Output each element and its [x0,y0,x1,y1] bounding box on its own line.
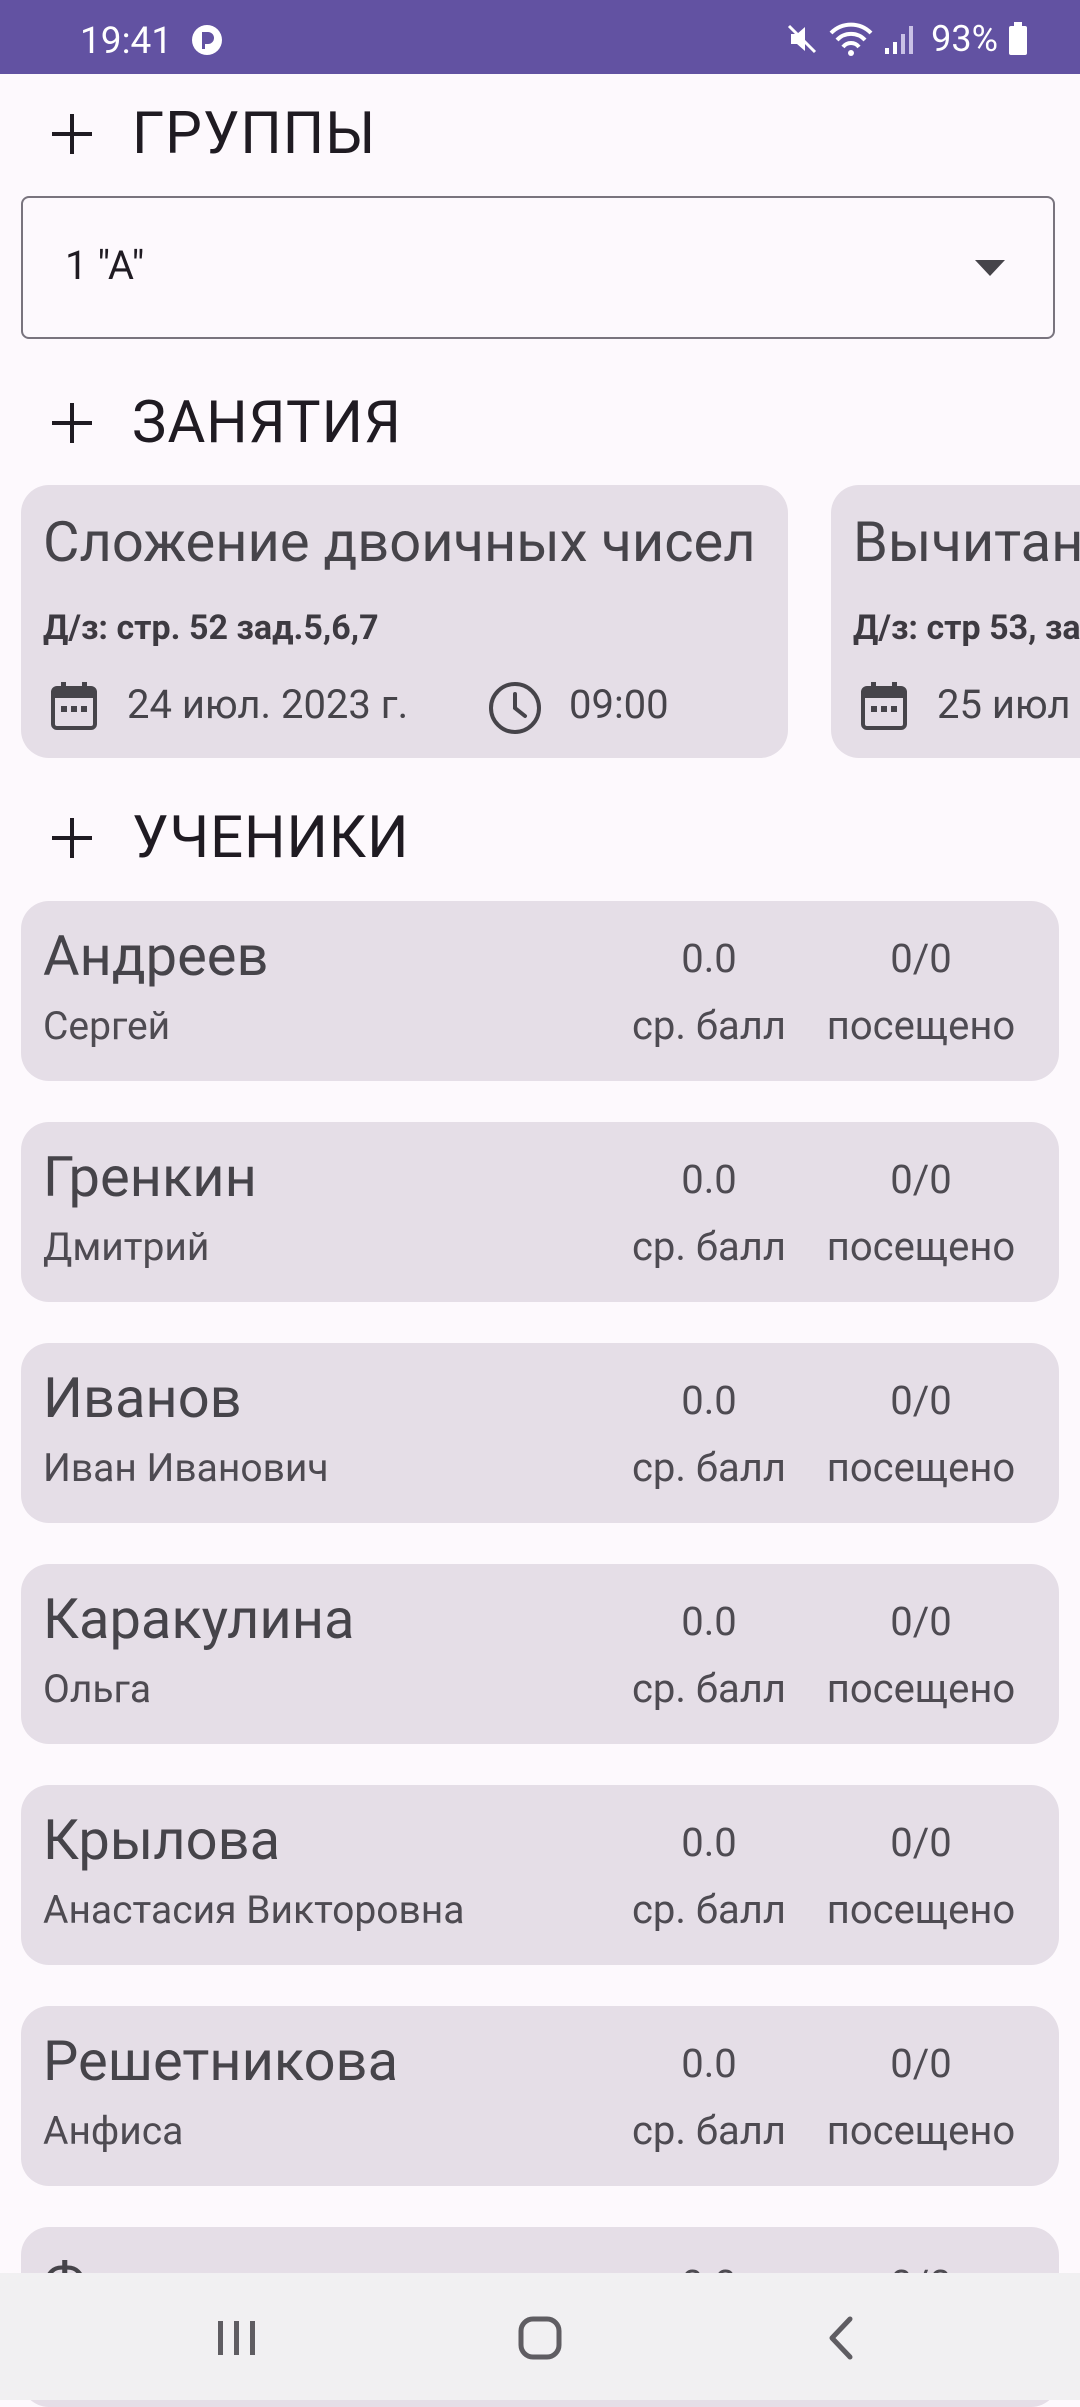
calendar-icon [861,682,907,730]
student-first-name: Иван Иванович [43,1445,329,1491]
lesson-card[interactable]: Сложение двоичных чисел Д/з: стр. 52 зад… [21,485,788,758]
student-average: 0.0 ср. балл [619,935,799,1049]
navigation-bar [0,2273,1080,2400]
student-attendance: 0/0 посещено [819,1598,1023,1712]
lesson-date: 24 июл. 2023 г. [127,681,409,728]
signal-icon [885,26,914,54]
average-value: 0.0 [681,2040,737,2087]
student-last-name: Каракулина [43,1586,355,1652]
group-select-value: 1 "А" [65,242,145,289]
student-last-name: Андреев [43,923,269,989]
battery-percent: 93% [931,18,998,60]
lesson-homework: Д/з: стр. 52 зад.5,6,7 [43,608,379,648]
attendance-label: посещено [826,2107,1016,2154]
average-label: ср. балл [631,1223,786,1270]
attendance-value: 0/0 [890,1156,952,1203]
student-first-name: Дмитрий [43,1224,210,1270]
attendance-label: посещено [826,1223,1016,1270]
status-time: 19:41 [80,20,173,63]
student-last-name: Крылова [43,1807,281,1873]
attendance-label: посещено [826,1886,1016,1933]
student-card[interactable]: Иванов Иван Иванович 0.0 ср. балл 0/0 по… [21,1343,1059,1523]
students-title: УЧЕНИКИ [132,804,410,872]
add-student-icon[interactable] [50,816,94,860]
lesson-homework: Д/з: стр 53, за [853,608,1080,648]
student-last-name: Решетникова [43,2028,399,2094]
lesson-card[interactable]: Вычитан Д/з: стр 53, за 25 июл [831,485,1080,758]
attendance-label: посещено [826,1002,1016,1049]
student-attendance: 0/0 посещено [819,935,1023,1049]
student-first-name: Сергей [43,1003,171,1049]
back-icon[interactable] [808,2303,878,2373]
lessons-title: ЗАНЯТИЯ [132,389,402,457]
lessons-header[interactable]: ЗАНЯТИЯ [50,383,402,463]
recent-apps-icon[interactable] [202,2303,272,2373]
average-label: ср. балл [631,1444,786,1491]
student-card[interactable]: Андреев Сергей 0.0 ср. балл 0/0 посещено [21,901,1059,1081]
app-notification-icon [192,25,222,55]
add-group-icon[interactable] [50,112,94,156]
student-last-name: Иванов [43,1365,242,1431]
average-label: ср. балл [631,1002,786,1049]
attendance-value: 0/0 [890,935,952,982]
wifi-icon [829,22,873,56]
lesson-title: Сложение двоичных чисел [43,509,756,575]
clock-icon [489,682,541,734]
student-average: 0.0 ср. балл [619,1156,799,1270]
mute-icon [788,24,817,54]
dropdown-arrow-icon [975,260,1005,276]
add-lesson-icon[interactable] [50,401,94,445]
student-last-name: Гренкин [43,1144,257,1210]
students-header[interactable]: УЧЕНИКИ [50,798,410,878]
average-value: 0.0 [681,1819,737,1866]
student-first-name: Ольга [43,1666,152,1712]
student-attendance: 0/0 посещено [819,1156,1023,1270]
student-average: 0.0 ср. балл [619,1819,799,1933]
home-icon[interactable] [505,2303,575,2373]
attendance-label: посещено [826,1444,1016,1491]
average-label: ср. балл [631,1886,786,1933]
average-label: ср. балл [631,2107,786,2154]
average-value: 0.0 [681,1377,737,1424]
student-card[interactable]: Решетникова Анфиса 0.0 ср. балл 0/0 посе… [21,2006,1059,2186]
attendance-value: 0/0 [890,1377,952,1424]
groups-title: ГРУППЫ [132,100,377,168]
attendance-value: 0/0 [890,1819,952,1866]
calendar-icon [51,682,97,730]
student-card[interactable]: Крылова Анастасия Викторовна 0.0 ср. бал… [21,1785,1059,1965]
student-first-name: Анфиса [43,2108,184,2154]
lesson-time: 09:00 [569,681,669,728]
student-average: 0.0 ср. балл [619,2040,799,2154]
battery-icon [1009,22,1027,55]
average-value: 0.0 [681,1156,737,1203]
lesson-title: Вычитан [853,509,1080,575]
group-select[interactable]: 1 "А" [21,196,1055,339]
student-card[interactable]: Каракулина Ольга 0.0 ср. балл 0/0 посеще… [21,1564,1059,1744]
attendance-label: посещено [826,1665,1016,1712]
student-average: 0.0 ср. балл [619,1598,799,1712]
lessons-carousel[interactable]: Сложение двоичных чисел Д/з: стр. 52 зад… [0,485,1080,758]
status-bar: 19:41 93% [0,0,1080,74]
student-attendance: 0/0 посещено [819,1377,1023,1491]
average-value: 0.0 [681,935,737,982]
attendance-value: 0/0 [890,2040,952,2087]
groups-header[interactable]: ГРУППЫ [50,94,376,174]
average-label: ср. балл [631,1665,786,1712]
average-value: 0.0 [681,1598,737,1645]
attendance-value: 0/0 [890,1598,952,1645]
student-average: 0.0 ср. балл [619,1377,799,1491]
student-attendance: 0/0 посещено [819,1819,1023,1933]
lesson-date: 25 июл [937,681,1071,728]
student-first-name: Анастасия Викторовна [43,1887,465,1933]
student-card[interactable]: Гренкин Дмитрий 0.0 ср. балл 0/0 посещен… [21,1122,1059,1302]
student-attendance: 0/0 посещено [819,2040,1023,2154]
